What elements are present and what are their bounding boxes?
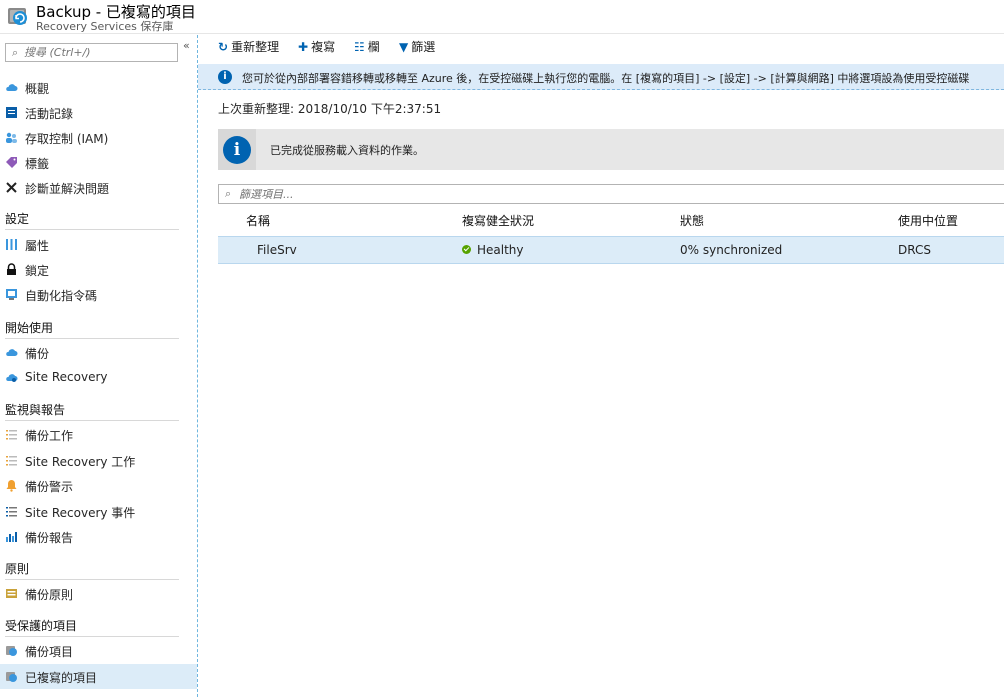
sidebar-item-site-recovery-events[interactable]: Site Recovery 事件: [0, 499, 197, 524]
report-chart-icon: [6, 532, 17, 542]
info-icon: i: [223, 136, 251, 164]
sidebar-section-monitoring: 監視與報告: [5, 397, 179, 421]
replicate-button[interactable]: ✚ 複寫: [298, 38, 335, 58]
events-list-icon: [6, 507, 17, 517]
column-header-name[interactable]: 名稱: [246, 212, 270, 229]
properties-icon: [6, 239, 17, 250]
search-icon: ⌕: [12, 46, 19, 59]
sidebar-item-access-control[interactable]: 存取控制 (IAM): [0, 125, 197, 150]
sidebar-item-lock[interactable]: 鎖定: [0, 257, 197, 282]
wrench-icon: [6, 182, 17, 193]
log-icon: [6, 107, 17, 118]
page-header: Backup - 已複寫的項目 Recovery Services 保存庫: [0, 0, 1004, 34]
filter-button[interactable]: ▼ 篩選: [399, 38, 435, 58]
columns-button[interactable]: ☷ 欄: [354, 38, 380, 58]
sidebar-item-site-recovery[interactable]: Site Recovery: [0, 365, 197, 390]
sidebar-item-backup[interactable]: 備份: [0, 340, 197, 365]
sidebar-search[interactable]: ⌕: [5, 43, 178, 62]
info-icon: i: [218, 70, 232, 84]
columns-icon: ☷: [354, 40, 365, 54]
lock-icon: [7, 263, 16, 275]
filter-icon: ▼: [399, 40, 409, 54]
refresh-icon: ↻: [218, 40, 229, 54]
healthy-check-icon: [462, 245, 471, 254]
sidebar: ⌕ « 概觀 活動記錄 存取控制 (IAM) 標籤 診斷並解決問題 設定 屬性 …: [0, 35, 198, 697]
backup-items-icon: [6, 646, 17, 656]
users-icon: [6, 132, 17, 143]
cell-status: 0% synchronized: [680, 243, 783, 257]
cell-location: DRCS: [898, 243, 931, 257]
tag-icon: [6, 157, 17, 168]
sidebar-item-replicated-items[interactable]: 已複寫的項目: [0, 664, 197, 689]
sidebar-item-overview[interactable]: 概觀: [0, 75, 197, 100]
site-recovery-icon: [6, 374, 18, 382]
sidebar-search-input[interactable]: [24, 45, 174, 60]
sidebar-item-backup-items[interactable]: 備份項目: [0, 638, 197, 663]
jobs-list-icon: [6, 456, 17, 466]
script-icon: [6, 289, 17, 300]
filter-items-input[interactable]: [239, 187, 539, 202]
info-message-box: i 已完成從服務載入資料的作業。: [218, 129, 1004, 170]
sidebar-section-getting-started: 開始使用: [5, 315, 179, 339]
column-header-location[interactable]: 使用中位置: [898, 212, 958, 229]
cloud-icon: [6, 84, 18, 91]
cell-health: Healthy: [462, 243, 524, 257]
sidebar-item-automation-script[interactable]: 自動化指令碼: [0, 282, 197, 307]
backup-cloud-icon: [6, 349, 18, 356]
replicated-items-icon: [6, 672, 17, 682]
plus-icon: ✚: [298, 40, 309, 54]
column-header-health[interactable]: 複寫健全狀況: [462, 212, 534, 229]
policy-icon: [6, 589, 17, 598]
sidebar-section-protected-items: 受保護的項目: [5, 613, 179, 637]
sidebar-item-diagnose[interactable]: 診斷並解決問題: [0, 175, 197, 200]
search-icon: ⌕: [225, 187, 232, 200]
sidebar-section-settings: 設定: [5, 206, 179, 230]
sidebar-item-backup-policy[interactable]: 備份原則: [0, 581, 197, 606]
last-refreshed-text: 上次重新整理: 2018/10/10 下午2:37:51: [218, 102, 442, 116]
sidebar-item-site-recovery-jobs[interactable]: Site Recovery 工作: [0, 448, 197, 473]
refresh-button[interactable]: ↻ 重新整理: [218, 38, 279, 58]
notification-banner[interactable]: i 您可於從內部部署容錯移轉或移轉至 Azure 後，在受控磁碟上執行您的電腦。…: [198, 64, 1004, 90]
table-header: 名稱 複寫健全狀況 狀態 使用中位置: [218, 206, 1004, 234]
sidebar-item-tags[interactable]: 標籤: [0, 150, 197, 175]
sidebar-item-activity-log[interactable]: 活動記錄: [0, 100, 197, 125]
sidebar-item-backup-alerts[interactable]: 備份警示: [0, 473, 197, 498]
page-subtitle: Recovery Services 保存庫: [36, 20, 174, 33]
column-header-status[interactable]: 狀態: [680, 212, 704, 229]
jobs-list-icon: [6, 430, 17, 440]
sidebar-section-policy: 原則: [5, 556, 179, 580]
sidebar-item-properties[interactable]: 屬性: [0, 232, 197, 257]
info-message: 已完成從服務載入資料的作業。: [270, 144, 424, 157]
alert-bell-icon: [6, 480, 17, 492]
collapse-sidebar-button[interactable]: «: [183, 39, 190, 52]
sidebar-item-backup-reports[interactable]: 備份報告: [0, 524, 197, 549]
filter-items-box[interactable]: ⌕: [218, 184, 1004, 204]
banner-text: 您可於從內部部署容錯移轉或移轉至 Azure 後，在受控磁碟上執行您的電腦。在 …: [242, 72, 970, 85]
table-row[interactable]: FileSrv Healthy 0% synchronized DRCS: [218, 236, 1004, 264]
cell-name: FileSrv: [257, 243, 297, 257]
sidebar-item-backup-jobs[interactable]: 備份工作: [0, 422, 197, 447]
recovery-vault-icon: [8, 8, 27, 25]
